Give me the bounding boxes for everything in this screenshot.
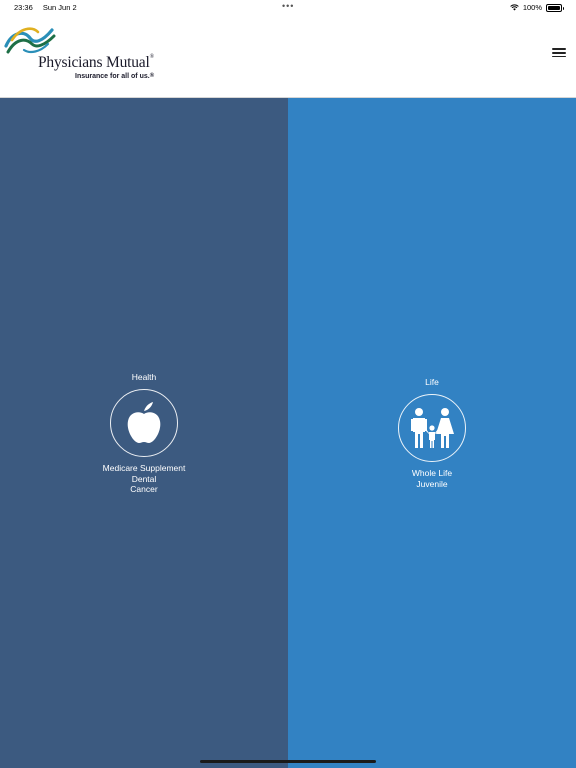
list-item: Medicare Supplement (102, 463, 186, 473)
list-item: Dental (131, 473, 157, 484)
health-icon-button[interactable] (110, 389, 178, 457)
list-item: Juvenile (416, 478, 448, 489)
life-icon-button[interactable] (398, 394, 466, 462)
life-panel[interactable]: Life Whole Life Juvenile (288, 98, 576, 768)
apple-icon (127, 402, 161, 443)
brand-name: Physicians Mutual® (38, 54, 154, 71)
logo-mark-icon (4, 27, 56, 54)
brand-tagline: Insurance for all of us.® (75, 73, 155, 80)
health-panel[interactable]: Health Medicare Supplement Dental Cancer (0, 98, 288, 768)
family-icon (411, 408, 454, 448)
wifi-icon (510, 4, 519, 11)
health-title: Health (131, 372, 157, 382)
battery-icon (546, 3, 564, 12)
health-products: Medicare Supplement Dental Cancer (0, 463, 288, 495)
app-header: Physicians Mutual® Insurance for all of … (0, 14, 576, 98)
hamburger-menu-icon[interactable] (550, 44, 568, 62)
status-date: Sun Jun 2 (42, 3, 77, 12)
list-item: Cancer (130, 484, 158, 494)
life-products: Whole Life Juvenile (288, 468, 576, 489)
list-item: Whole Life (411, 468, 453, 478)
home-indicator[interactable] (200, 760, 376, 763)
status-time: 23:36 (14, 3, 33, 12)
life-category[interactable]: Life Whole Life Juvenile (288, 377, 576, 489)
logo[interactable]: Physicians Mutual® Insurance for all of … (4, 24, 164, 86)
health-category[interactable]: Health Medicare Supplement Dental Cancer (0, 372, 288, 495)
battery-percentage: 100% (522, 3, 542, 12)
life-title: Life (425, 377, 439, 387)
multitasking-dots-icon[interactable]: ••• (282, 1, 294, 11)
status-bar: 23:36 Sun Jun 2 ••• 100% (0, 0, 576, 14)
